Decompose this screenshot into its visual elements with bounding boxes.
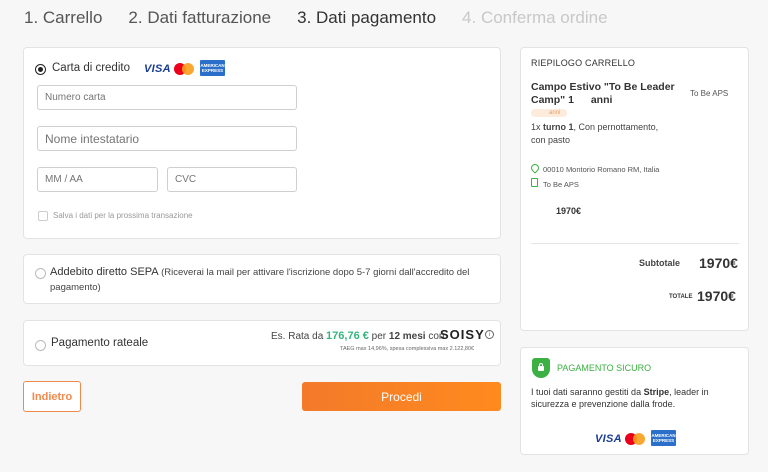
step-billing[interactable]: 2. Dati fatturazione — [128, 8, 271, 28]
rate-prefix: Es. Rata da — [271, 331, 324, 342]
mastercard-icon — [174, 63, 194, 75]
secure-text-post: , leader in — [669, 387, 709, 397]
item-qty: 1x — [531, 122, 541, 132]
secure-payment-panel: PAGAMENTO SICURO I tuoi dati saranno ges… — [520, 347, 749, 455]
sepa-note: (Riceverai la mail per attivare l'iscriz… — [161, 267, 470, 278]
soisy-info-icon[interactable]: i — [485, 330, 494, 339]
total-value: 1970€ — [697, 288, 736, 304]
back-button[interactable]: Indietro — [23, 381, 81, 412]
summary-divider — [531, 243, 739, 244]
step-confirm: 4. Conferma ordine — [462, 8, 608, 27]
card-radio[interactable] — [35, 64, 46, 75]
item-name-line2: Camp" 1 anni — [531, 94, 612, 106]
step-payment: 3. Dati pagamento — [297, 8, 437, 27]
amex-icon: AMERICAN EXPRESS — [651, 430, 676, 446]
cart-summary: RIEPILOGO CARRELLO Campo Estivo "To Be L… — [520, 47, 749, 331]
item-details-line2: con pasto — [531, 135, 571, 145]
item-name-camp: Camp" 1 — [531, 94, 574, 106]
installments-label[interactable]: Pagamento rateale — [51, 337, 148, 349]
age-badge: anni — [531, 109, 568, 117]
secure-text-line1: I tuoi dati saranno gestiti da Stripe, l… — [531, 387, 709, 397]
secure-title: PAGAMENTO SICURO — [557, 363, 652, 373]
card-label[interactable]: Carta di credito — [52, 62, 130, 74]
item-details-line1: 1x turno 1, Con pernottamento, — [531, 122, 658, 132]
card-expiry-input[interactable] — [37, 167, 158, 192]
sepa-radio[interactable] — [35, 268, 46, 279]
proceed-button[interactable]: Procedi — [302, 382, 501, 411]
card-cvc-input[interactable] — [167, 167, 297, 192]
save-card-checkbox[interactable] — [38, 211, 48, 221]
item-details: , Con pernottamento, — [573, 122, 659, 132]
rate-per: per — [371, 331, 387, 342]
subtotal-label: Subtotale — [639, 258, 681, 268]
item-org-line: To Be APS — [543, 180, 579, 189]
sepa-panel: Addebito diretto SEPA (Riceverai la mail… — [23, 254, 501, 304]
item-name-line1: Campo Estivo "To Be Leader — [531, 81, 675, 93]
location-pin-icon — [529, 162, 541, 174]
stripe-label: Stripe — [643, 387, 670, 397]
summary-title: RIEPILOGO CARRELLO — [531, 58, 636, 68]
card-payment-panel: Carta di credito VISA AMERICAN EXPRESS S… — [23, 47, 501, 239]
installments-fine-print: TAEG max 14,96%, spesa complessiva max 2… — [340, 346, 475, 352]
subtotal-value: 1970€ — [699, 255, 738, 271]
shield-icon — [532, 358, 550, 378]
installments-panel: Pagamento rateale Es. Rata da 176,76 € p… — [23, 320, 501, 366]
document-icon — [531, 178, 538, 187]
rate-months: 12 mesi — [388, 331, 426, 342]
item-turn: turno 1 — [543, 122, 574, 132]
save-card-label[interactable]: Salva i dati per la prossima transazione — [53, 211, 193, 220]
visa-icon: VISA — [595, 433, 622, 445]
item-organizer: To Be APS — [690, 89, 729, 98]
item-name-age: anni — [590, 94, 613, 106]
step-cart[interactable]: 1. Carrello — [24, 8, 102, 28]
visa-icon: VISA — [144, 63, 171, 75]
installments-rate: Es. Rata da 176,76 € per 12 mesi con — [271, 330, 445, 342]
mastercard-icon — [625, 433, 645, 445]
item-location: 00010 Montorio Romano RM, Italia — [543, 165, 660, 174]
secure-text-line2: sicurezza e prevenzione dalla frode. — [531, 399, 676, 409]
item-price: 1970€ — [556, 206, 582, 216]
soisy-logo: SOISY — [440, 327, 485, 342]
sepa-label[interactable]: Addebito diretto SEPA (Riceverai la mail… — [50, 266, 469, 278]
checkout-steps: 1. Carrello 2. Dati fatturazione 3. Dati… — [24, 8, 634, 28]
sepa-note-line2: pagamento) — [50, 282, 101, 293]
sepa-title: Addebito diretto SEPA — [50, 266, 159, 278]
rate-amount: 176,76 € — [326, 330, 369, 342]
card-number-input[interactable] — [37, 85, 297, 110]
card-holder-input[interactable] — [37, 126, 297, 151]
amex-icon: AMERICAN EXPRESS — [200, 60, 225, 76]
total-label: TOTALE — [669, 294, 693, 300]
installments-radio[interactable] — [35, 340, 46, 351]
secure-text-pre: I tuoi dati saranno gestiti da — [531, 387, 642, 397]
